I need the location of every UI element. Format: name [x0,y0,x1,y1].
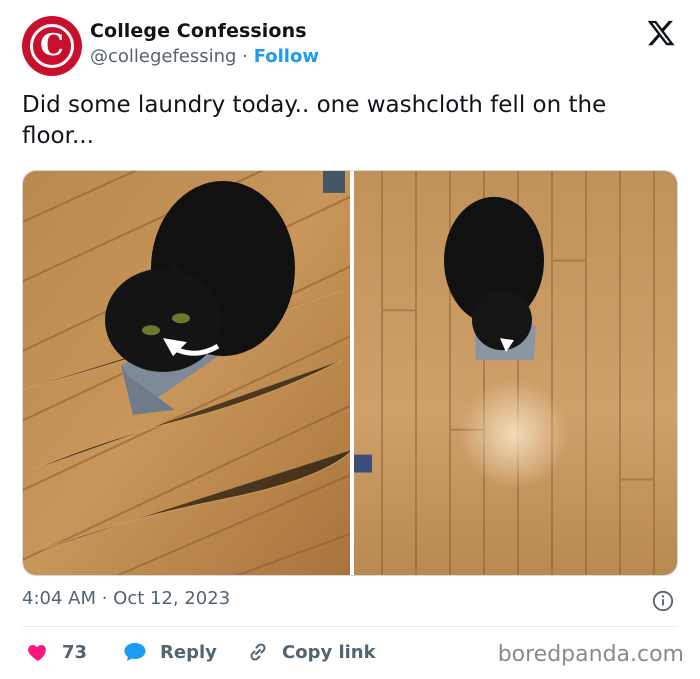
reply-label: Reply [160,641,217,663]
copy-link-label: Copy link [282,641,376,663]
tweet-header: C College Confessions @collegefessing · … [22,16,682,78]
divider [22,626,678,627]
info-icon[interactable] [652,590,674,612]
display-name[interactable]: College Confessions [90,20,319,42]
avatar-letter: C [40,28,64,63]
watermark: boredpanda.com [497,642,684,667]
avatar-logo: C [30,24,74,68]
link-icon [250,643,266,661]
handle-line: @collegefessing · Follow [90,46,319,67]
like-count: 73 [62,641,88,663]
media-grid[interactable] [22,170,678,576]
author-block: College Confessions @collegefessing · Fo… [90,20,319,67]
timestamp[interactable]: 4:04 AM · Oct 12, 2023 [22,588,230,609]
handle[interactable]: @collegefessing [90,46,237,67]
cat-photo-closeup[interactable] [23,171,350,575]
heart-icon [28,645,46,661]
follow-button[interactable]: Follow [254,46,319,67]
tweet-text: Did some laundry today.. one washcloth f… [22,92,607,149]
reply-bubble-icon [124,643,146,661]
avatar[interactable]: C [22,16,82,76]
cat-photo-wide[interactable] [354,171,678,575]
copy-link-button[interactable]: Copy link [246,640,376,664]
like-button[interactable]: 73 [26,640,87,664]
handle-separator: · [242,46,248,67]
x-logo-icon[interactable] [646,18,676,48]
reply-button[interactable]: Reply [122,640,217,664]
